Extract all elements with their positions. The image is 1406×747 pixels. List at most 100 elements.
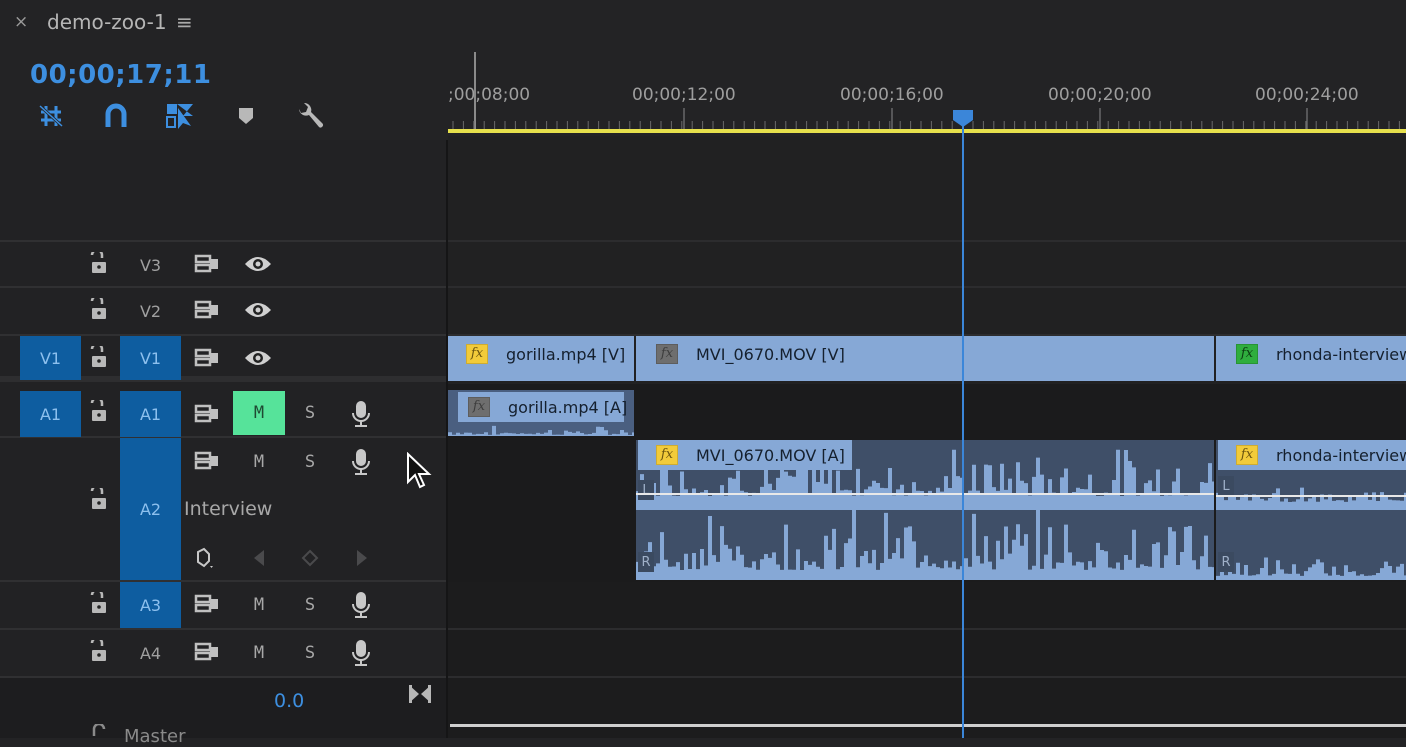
mute-button-a1[interactable]: M xyxy=(233,391,285,435)
timeline-settings-button[interactable] xyxy=(295,102,325,130)
timeline-track-a3[interactable] xyxy=(448,582,1406,630)
eye-icon[interactable] xyxy=(244,349,272,367)
sync-lock-icon[interactable] xyxy=(194,594,220,614)
clip-name: gorilla.mp4 [V] xyxy=(506,344,626,364)
lock-open-icon[interactable] xyxy=(88,298,110,322)
source-patch-v1[interactable]: V1 xyxy=(20,336,81,380)
master-volume-line[interactable] xyxy=(450,724,1406,727)
volume-rubber-band[interactable] xyxy=(636,493,1214,495)
playhead-line[interactable] xyxy=(962,118,964,738)
channel-left-label: L xyxy=(638,480,654,500)
close-sequence-button[interactable]: × xyxy=(14,12,28,32)
master-track-label: Master xyxy=(124,726,186,747)
ruler-label: 00;00;16;00 xyxy=(840,85,944,105)
track-target-a2[interactable]: A2 xyxy=(120,438,181,580)
solo-button-a4[interactable]: S xyxy=(284,631,336,675)
playhead-handle-icon[interactable] xyxy=(952,109,974,127)
clip-rhonda-interview-video[interactable]: fx rhonda-interview xyxy=(1216,336,1406,381)
track-name[interactable]: V3 xyxy=(120,242,181,288)
waveform-channel xyxy=(636,502,1214,580)
clip-rhonda-interview-audio[interactable]: fx rhonda-interview L R xyxy=(1216,440,1406,580)
clip-mvi0670-video[interactable]: fx MVI_0670.MOV [V] xyxy=(636,336,1214,381)
fx-badge-icon: fx xyxy=(468,397,490,417)
sync-lock-icon[interactable] xyxy=(194,300,220,320)
go-to-end-icon[interactable] xyxy=(408,684,432,704)
sync-lock-icon[interactable] xyxy=(194,404,220,424)
microphone-icon[interactable] xyxy=(351,639,371,667)
fx-badge-icon: fx xyxy=(656,344,678,364)
waveform-channel xyxy=(1216,487,1406,510)
track-target-a1[interactable]: A1 xyxy=(120,391,181,437)
sequence-tab-title[interactable]: demo-zoo-1 xyxy=(47,10,167,34)
linked-selection-icon xyxy=(166,104,193,129)
lock-open-icon[interactable] xyxy=(88,252,110,276)
mouse-cursor-icon xyxy=(407,452,432,489)
sync-lock-icon[interactable] xyxy=(194,348,220,368)
clip-mvi0670-audio[interactable]: fx MVI_0670.MOV [A] L R xyxy=(636,440,1214,580)
add-keyframe-icon[interactable] xyxy=(301,549,319,567)
waveform-channel xyxy=(1216,557,1406,580)
microphone-icon[interactable] xyxy=(351,448,371,476)
sync-lock-icon[interactable] xyxy=(194,451,220,471)
fx-badge-icon: fx xyxy=(656,445,678,465)
lock-open-icon[interactable] xyxy=(88,488,110,512)
lock-open-icon[interactable] xyxy=(90,724,110,738)
eye-icon[interactable] xyxy=(244,255,272,273)
microphone-icon[interactable] xyxy=(351,591,371,619)
ruler-label: 00;00;20;00 xyxy=(1048,85,1152,105)
source-patch-a1[interactable]: A1 xyxy=(20,391,81,437)
timeline-track-master[interactable] xyxy=(448,678,1406,738)
fx-badge-icon: fx xyxy=(1236,344,1258,364)
panel-menu-icon[interactable]: ≡ xyxy=(176,10,193,34)
channel-left-label: L xyxy=(1218,476,1234,496)
keyframe-dropdown-icon[interactable] xyxy=(194,546,218,570)
timeline-track-v3[interactable] xyxy=(448,240,1406,288)
snap-magnet-icon xyxy=(105,103,127,127)
track-header-a4: A4 M S xyxy=(0,630,446,678)
timeline-track-a4[interactable] xyxy=(448,630,1406,678)
mute-button-a3[interactable]: M xyxy=(233,583,285,627)
track-target-a3[interactable]: A3 xyxy=(120,582,181,628)
waveform-channel xyxy=(448,425,634,436)
master-volume-value[interactable]: 0.0 xyxy=(274,690,304,712)
add-marker-button[interactable] xyxy=(231,102,261,130)
channel-right-label: R xyxy=(1218,552,1234,572)
volume-rubber-band[interactable] xyxy=(1216,495,1406,497)
solo-button-a3[interactable]: S xyxy=(284,583,336,627)
microphone-icon[interactable] xyxy=(351,400,371,428)
timeline-track-v2[interactable] xyxy=(448,288,1406,336)
solo-button-a2[interactable]: S xyxy=(284,440,336,484)
track-name-label[interactable]: Interview xyxy=(184,498,272,520)
track-name[interactable]: V2 xyxy=(120,288,181,334)
clip-name: rhonda-interview xyxy=(1276,344,1406,364)
snap-button[interactable] xyxy=(101,102,131,130)
linked-selection-button[interactable] xyxy=(165,102,195,130)
mute-button-a4[interactable]: M xyxy=(233,631,285,675)
sync-lock-icon[interactable] xyxy=(194,254,220,274)
add-marker-icon xyxy=(239,108,253,124)
next-keyframe-icon[interactable] xyxy=(355,549,369,567)
lock-open-icon[interactable] xyxy=(88,592,110,616)
track-header-master: 0.0 Master xyxy=(0,678,446,747)
clip-name: rhonda-interview xyxy=(1276,445,1406,465)
clip-name: gorilla.mp4 [A] xyxy=(508,397,628,417)
insert-overwrite-nest-button[interactable] xyxy=(36,102,66,130)
ruler-label: 00;00;24;00 xyxy=(1255,85,1359,105)
track-header-v2: V2 xyxy=(0,288,446,336)
lock-open-icon[interactable] xyxy=(88,346,110,370)
work-area-bar[interactable] xyxy=(448,129,1406,133)
clip-gorilla-video[interactable]: fx gorilla.mp4 [V] xyxy=(448,336,634,381)
solo-button-a1[interactable]: S xyxy=(284,391,336,435)
clip-gorilla-audio[interactable]: fx gorilla.mp4 [A] xyxy=(448,390,634,436)
fx-badge-icon: fx xyxy=(466,344,488,364)
sync-lock-icon[interactable] xyxy=(194,642,220,662)
track-name[interactable]: A4 xyxy=(120,630,181,676)
playhead-timecode[interactable]: 00;00;17;11 xyxy=(30,60,211,90)
lock-open-icon[interactable] xyxy=(88,640,110,664)
lock-open-icon[interactable] xyxy=(88,400,110,424)
track-target-v1[interactable]: V1 xyxy=(120,336,181,380)
previous-keyframe-icon[interactable] xyxy=(252,549,266,567)
eye-icon[interactable] xyxy=(244,301,272,319)
track-header-v3: V3 xyxy=(0,240,446,288)
mute-button-a2[interactable]: M xyxy=(233,440,285,484)
